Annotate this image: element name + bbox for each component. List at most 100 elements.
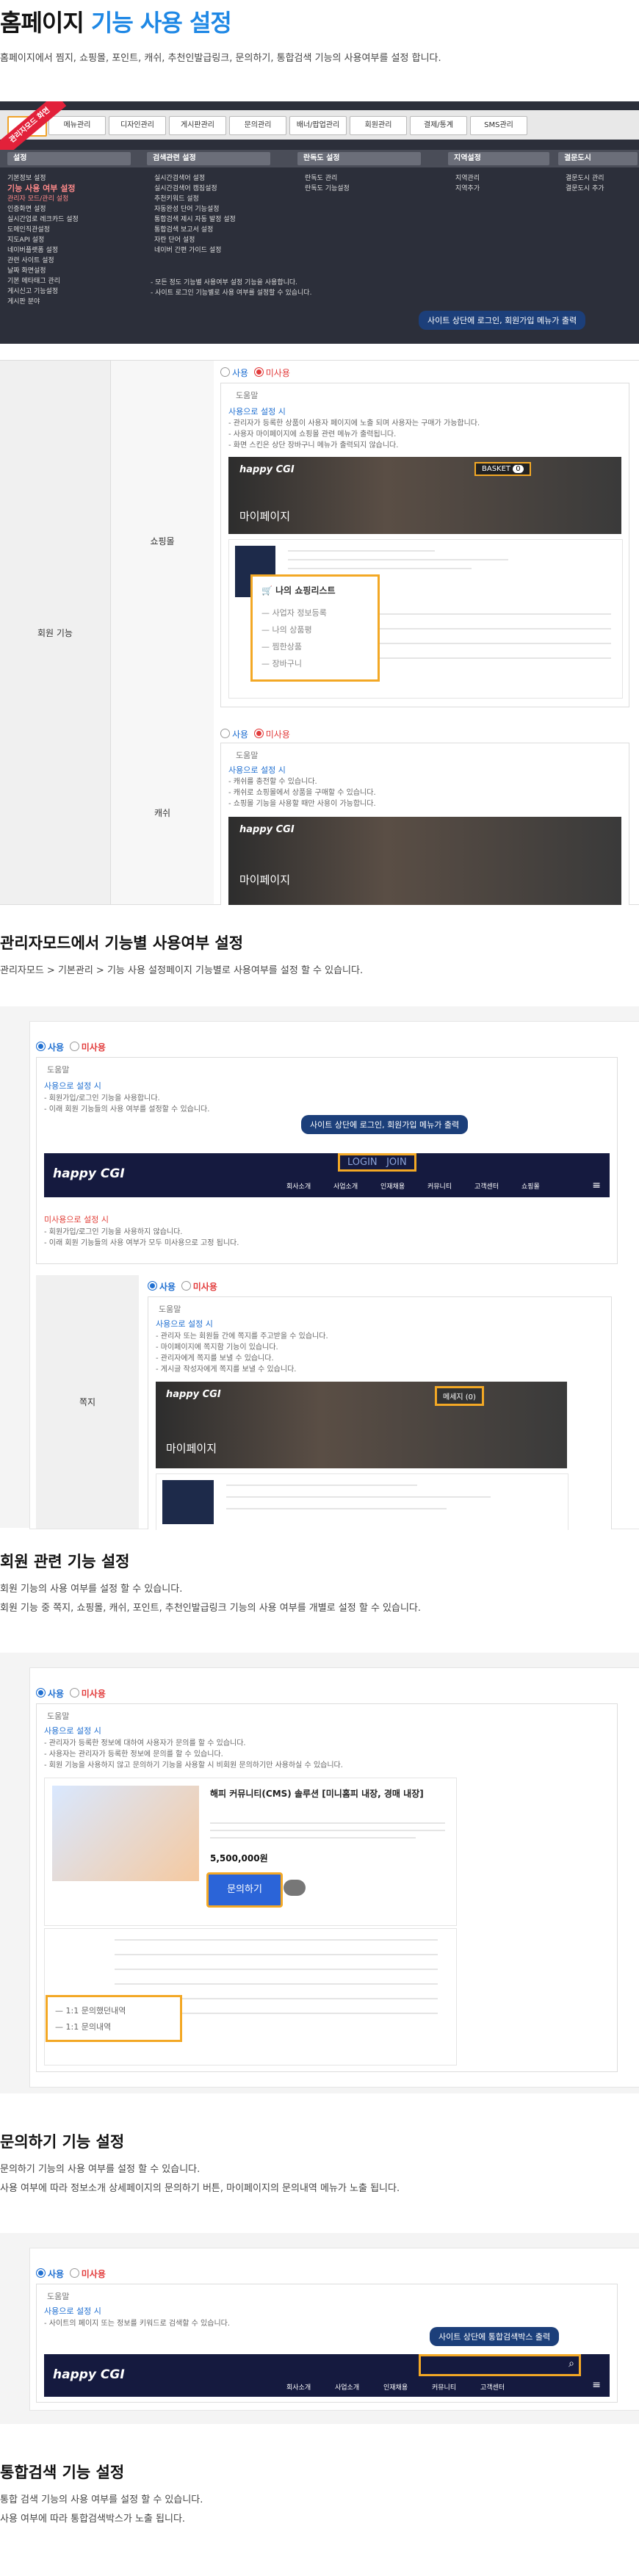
share-button[interactable] xyxy=(284,1880,306,1896)
inquiry-bullet: - 회원 기능을 사용하지 않고 문의하기 기능을 사용할 시 비회원 문의하기… xyxy=(44,1761,343,1769)
basket-button[interactable]: BASKET 0 xyxy=(474,462,531,476)
menu-item[interactable]: 실시간검색어 캠짐설정 xyxy=(154,184,236,194)
tab-board[interactable]: 게시판관리 xyxy=(169,116,226,135)
nav-item[interactable]: 회사소개 xyxy=(286,2384,311,2392)
shop-radio-off[interactable] xyxy=(253,367,264,377)
menu-head-search[interactable]: 검색관련 설정 xyxy=(147,152,270,165)
menu-item[interactable]: 기본 메타태그 관리 xyxy=(7,276,79,286)
section-search-line2: 사용 여부에 따라 통합검색박스가 노출 됩니다. xyxy=(0,2514,186,2525)
message-button[interactable]: 메세지 (0) xyxy=(435,1386,484,1406)
menu-item[interactable]: 게시신고 기능설정 xyxy=(7,286,79,297)
hamburger-icon[interactable]: ≡ xyxy=(592,1180,601,1191)
search-mock-nav: 회사소개 사업소개 인재채용 커뮤니티 고객센터 xyxy=(286,2382,505,2392)
shop-popup-title-text: 나의 쇼핑리스트 xyxy=(275,585,336,596)
menu-head-map[interactable]: 란독도 설정 xyxy=(297,152,421,165)
menu-item[interactable]: 날짜 화면설정 xyxy=(7,266,79,276)
nav-item[interactable]: 고객센터 xyxy=(474,1183,499,1191)
inquiry-button[interactable]: 문의하기 xyxy=(206,1872,283,1908)
message-radio-off[interactable] xyxy=(181,1281,191,1291)
inquiry-radio-on-label: 사용 xyxy=(48,1689,65,1699)
nav-item[interactable]: 커뮤니티 xyxy=(432,2384,456,2392)
menu-item[interactable]: 란독도 기능설정 xyxy=(305,184,350,194)
menu-item[interactable]: 란독도 관리 xyxy=(305,173,350,184)
cash-radio-off[interactable] xyxy=(253,729,264,738)
logo: happy CGI xyxy=(239,824,295,835)
page-description: 홈페이지에서 찜지, 쇼핑몰, 포인트, 캐쉬, 추천인발급링크, 문의하기, … xyxy=(0,53,441,64)
menu-item[interactable]: 실시간검색어 설정 xyxy=(154,173,236,184)
search-box[interactable]: ⌕ xyxy=(419,2354,581,2376)
nav-item[interactable]: 인재채용 xyxy=(380,1183,405,1191)
hamburger-icon[interactable]: ≡ xyxy=(592,2379,601,2391)
nav-item[interactable]: 인재채용 xyxy=(383,2384,408,2392)
menu-item[interactable]: 추천키워드 설정 xyxy=(154,194,236,204)
login-radio-on[interactable] xyxy=(36,1042,46,1051)
shop-panel-title: 도움말 xyxy=(236,391,259,400)
basket-count: 0 xyxy=(513,465,524,473)
cash-radio-on[interactable] xyxy=(220,729,230,738)
tab-sms[interactable]: SMS관리 xyxy=(470,116,527,135)
admin-menu-bar: 설정 검색관련 설정 란독도 설정 지역설정 결문도시 xyxy=(0,150,639,167)
shop-popup-item[interactable]: — 나의 상품평 xyxy=(261,621,327,638)
menu-item[interactable]: 실시간업로 레크카드 설정 xyxy=(7,214,79,225)
menu-item[interactable]: 도메인직관설정 xyxy=(7,225,79,235)
search-radio-on[interactable] xyxy=(36,2268,46,2278)
nav-item[interactable]: 커뮤니티 xyxy=(427,1183,452,1191)
menu-item[interactable]: 통합검색 보고서 설정 xyxy=(154,225,236,235)
shop-popup-title: 🛒 나의 쇼핑리스트 xyxy=(261,585,336,596)
join-button[interactable]: JOIN xyxy=(386,1157,407,1168)
tab-inquiry[interactable]: 문의관리 xyxy=(229,116,286,135)
inquiry-popup-item[interactable]: — 1:1 문의내역 xyxy=(55,2019,126,2035)
menu-item[interactable]: 지도API 설정 xyxy=(7,235,79,245)
menu-item[interactable]: 지역관리 xyxy=(455,173,480,184)
menu-item[interactable]: 네이버 간편 가이드 설정 xyxy=(154,245,236,256)
shop-radio-on[interactable] xyxy=(220,367,230,377)
menu-item[interactable]: 자란 단어 설정 xyxy=(154,235,236,245)
search-sub: 사용으로 설정 시 xyxy=(44,2306,101,2316)
nav-item[interactable]: 쇼핑몰 xyxy=(521,1183,540,1191)
menu-item[interactable]: 결문도시 추가 xyxy=(566,184,604,194)
tab-menu[interactable]: 메뉴관리 xyxy=(48,116,106,135)
login-bullet: - 이래 회원 기능들의 사용 여부를 설정할 수 있습니다. xyxy=(44,1105,210,1114)
menu-item[interactable]: 관리자 모드/관리 설정 xyxy=(7,194,79,204)
search-icon[interactable]: ⌕ xyxy=(568,2358,574,2370)
inquiry-popup: — 1:1 문의했던내역 — 1:1 문의내역 xyxy=(46,1995,182,2042)
message-bullet: - 마이페이지에 쪽지함 기능이 있습니다. xyxy=(156,1343,278,1352)
message-radio-on-label: 사용 xyxy=(159,1282,176,1292)
cash-mock-banner: happy CGI 마이페이지 xyxy=(228,817,621,905)
menu-item[interactable]: 네이버플랫폼 설정 xyxy=(7,245,79,256)
shop-popup-item[interactable]: — 사업자 정보등록 xyxy=(261,605,327,621)
tab-member[interactable]: 회원관리 xyxy=(350,116,407,135)
inquiry-popup-item[interactable]: — 1:1 문의했던내역 xyxy=(55,2003,126,2019)
menu-item[interactable]: 자동완성 단어 기능설정 xyxy=(154,204,236,214)
mock-sidebar xyxy=(162,1480,214,1524)
mypage-title: 마이페이지 xyxy=(166,1442,217,1455)
menu-item[interactable]: 기본정보 설정 xyxy=(7,173,79,184)
menu-head-settings[interactable]: 설정 xyxy=(7,152,131,165)
tab-design[interactable]: 디자인관리 xyxy=(109,116,166,135)
inquiry-radio-on[interactable] xyxy=(36,1688,46,1698)
menu-item[interactable]: 결문도시 관리 xyxy=(566,173,604,184)
menu-item[interactable]: 지역추가 xyxy=(455,184,480,194)
login-button[interactable]: LOGIN xyxy=(347,1157,378,1168)
nav-item[interactable]: 사업소개 xyxy=(335,2384,359,2392)
tab-payment[interactable]: 결제/통계 xyxy=(410,116,467,135)
nav-item[interactable]: 회사소개 xyxy=(286,1183,311,1191)
message-radio-on[interactable] xyxy=(148,1281,157,1291)
menu-item-feature-usage[interactable]: 기능 사용 여부 설정 xyxy=(7,184,79,194)
inquiry-radio-off[interactable] xyxy=(69,1688,79,1698)
shop-popup-item[interactable]: — 장바구니 xyxy=(261,655,327,672)
menu-item[interactable]: 인증화면 설정 xyxy=(7,204,79,214)
nav-item[interactable]: 고객센터 xyxy=(480,2384,505,2392)
menu-head-region[interactable]: 지역설정 xyxy=(448,152,549,165)
nav-item[interactable]: 사업소개 xyxy=(333,1183,358,1191)
menu-head-city[interactable]: 결문도시 xyxy=(558,152,638,165)
tab-banner[interactable]: 배너/팝업관리 xyxy=(289,116,347,135)
menu-item[interactable]: 통합검색 제시 자동 발정 설정 xyxy=(154,214,236,225)
shop-popup-item[interactable]: — 찜한상품 xyxy=(261,638,327,655)
page-title-prefix: 홈페이지 xyxy=(0,9,84,37)
admin-notes: - 모든 정도 기능별 사용여부 설정 기능을 사용합니다. - 사이트 로그인… xyxy=(151,278,311,298)
menu-item[interactable]: 게시판 분야 xyxy=(7,297,79,307)
menu-item[interactable]: 관련 사이트 설정 xyxy=(7,256,79,266)
search-radio-off[interactable] xyxy=(69,2268,79,2278)
login-radio-off[interactable] xyxy=(69,1042,79,1051)
